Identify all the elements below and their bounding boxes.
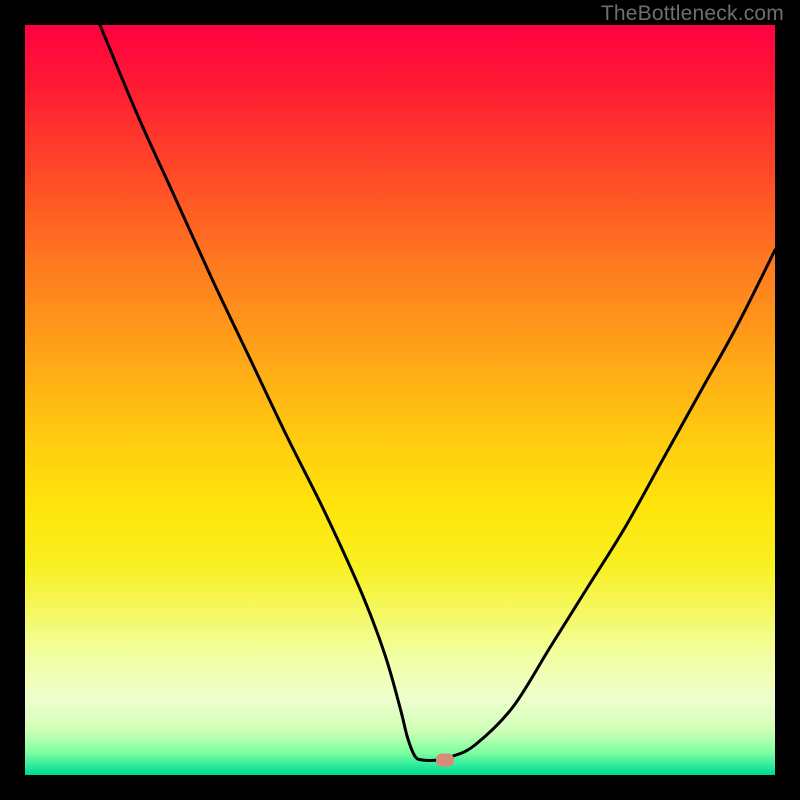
watermark-text: TheBottleneck.com: [601, 2, 784, 26]
optimal-point-marker: [436, 754, 454, 767]
bottleneck-curve: [25, 25, 775, 775]
curve-path: [100, 25, 775, 760]
chart-frame: TheBottleneck.com: [0, 0, 800, 800]
plot-area: [25, 25, 775, 775]
